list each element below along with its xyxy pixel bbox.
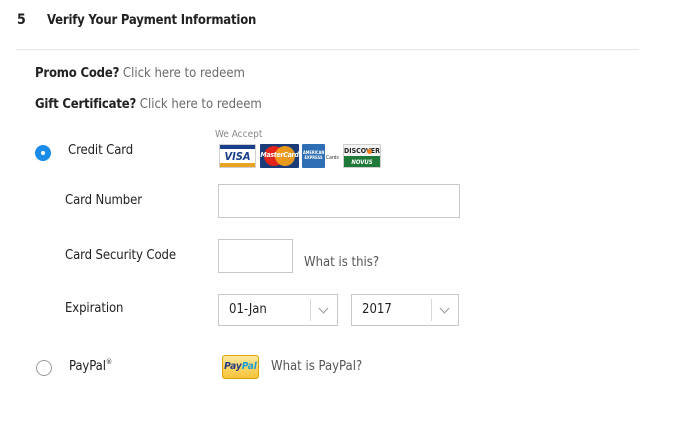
expiration-year-value: 2017 [362, 302, 392, 317]
gift-certificate-label: Gift Certificate? [35, 97, 137, 112]
card-security-code-label: Card Security Code [65, 248, 176, 263]
credit-card-radio[interactable] [35, 145, 51, 161]
promo-code-row: Promo Code? Click here to redeem [35, 66, 245, 81]
promo-code-redeem-link[interactable]: Click here to redeem [123, 66, 245, 81]
gift-certificate-redeem-link[interactable]: Click here to redeem [140, 97, 262, 112]
expiration-year-select[interactable]: 2017 [351, 294, 459, 326]
section-divider [16, 49, 639, 50]
chevron-down-icon [439, 303, 450, 314]
paypal-logo-icon: PayPal [222, 355, 259, 379]
credit-card-label[interactable]: Credit Card [68, 143, 133, 158]
chevron-down-icon [318, 303, 329, 314]
card-number-input[interactable] [218, 184, 460, 218]
csc-help-link[interactable]: What is this? [304, 255, 379, 270]
visa-logo-icon: VISA [219, 144, 256, 168]
select-separator [310, 299, 311, 321]
promo-code-label: Promo Code? [35, 66, 120, 81]
amex-logo-icon: AMERICAN EXPRESS [302, 144, 325, 168]
expiration-month-value: 01-Jan [229, 302, 267, 317]
amex-cards-text: Cards [326, 155, 339, 161]
section-title: Verify Your Payment Information [47, 13, 257, 28]
expiration-month-select[interactable]: 01-Jan [218, 294, 338, 326]
paypal-label[interactable]: PayPal® [69, 358, 113, 374]
trademark-symbol: ® [105, 358, 113, 366]
select-separator [431, 299, 432, 321]
expiration-label: Expiration [65, 301, 124, 316]
paypal-help-link[interactable]: What is PayPal? [271, 359, 362, 374]
we-accept-label: We Accept [215, 129, 263, 140]
discover-novus-logo-icon: DISCOVER NOVUS [343, 144, 381, 168]
paypal-radio[interactable] [36, 360, 52, 376]
mastercard-logo-icon: MasterCard [260, 144, 299, 168]
gift-certificate-row: Gift Certificate? Click here to redeem [35, 97, 262, 112]
card-number-label: Card Number [65, 193, 142, 208]
step-number: 5 [17, 12, 26, 28]
card-security-code-input[interactable] [218, 239, 293, 273]
